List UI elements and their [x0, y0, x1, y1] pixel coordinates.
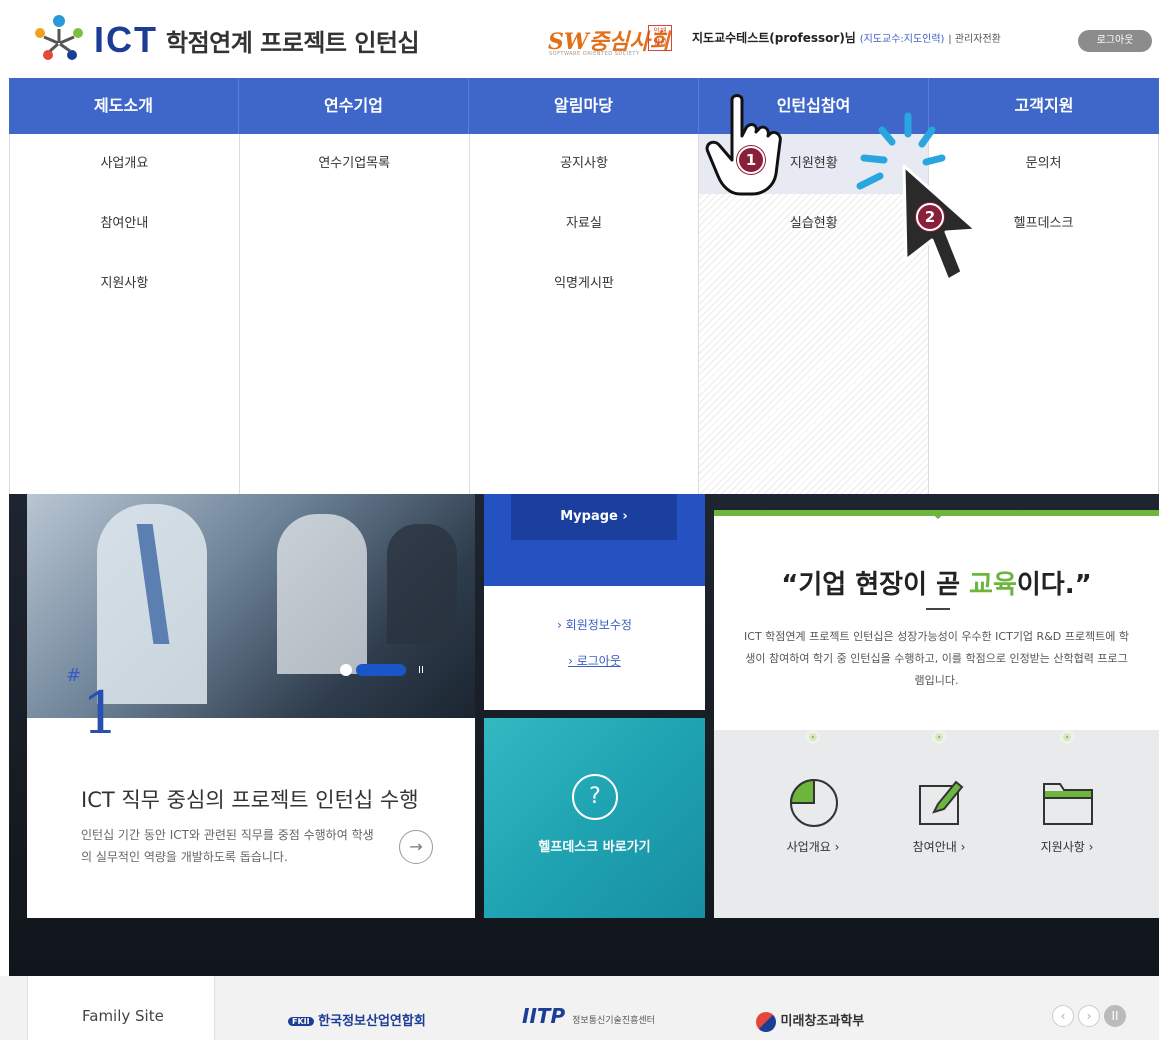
biz-dot — [932, 730, 946, 744]
taegeuk-icon — [756, 1011, 776, 1032]
slide-dot[interactable] — [340, 664, 352, 676]
hero-description: 인턴십 기간 동안 ICT와 관련된 직무를 중점 수행하여 학생의 실무적인 … — [81, 828, 374, 864]
logo-title: 학점연계 프로젝트 인턴십 — [166, 28, 420, 57]
slogan-description: ICT 학점연계 프로젝트 인턴십은 성장가능성이 우수한 ICT기업 R&D … — [744, 630, 1129, 687]
family-site-label[interactable]: Family Site — [27, 976, 215, 1040]
slogan-divider — [926, 608, 950, 610]
iitp-logo[interactable]: IITP 정보통신기술진흥센터 — [522, 1004, 655, 1028]
helpdesk-link[interactable]: 헬프데스크 바로가기 — [484, 836, 705, 855]
site-header: ICT 학점연계 프로젝트 인턴십 SW중심사회 SOFTWARE ORIENT… — [0, 0, 1159, 78]
edit-profile-link[interactable]: › 회원정보수정 — [484, 616, 705, 633]
menu-company-list[interactable]: 연수기업목록 — [240, 134, 469, 194]
logo-ict-text: ICT — [94, 19, 158, 60]
mypage-logout-link[interactable]: › 로그아웃 — [484, 652, 705, 669]
family-prev-button[interactable]: ‹ — [1052, 1005, 1074, 1027]
slogan-panel: “기업 현장이 곧 교육이다.” ICT 학점연계 프로젝트 인턴십은 성장가능… — [714, 510, 1159, 730]
slogan-title: “기업 현장이 곧 교육이다.” — [781, 570, 1092, 600]
family-site-bar: Family Site FKII 한국정보산업연합회 IITP 정보통신기술진흥… — [0, 976, 1159, 1040]
business-links: 사업개요 › 참여안내 › 지원사항 › — [714, 730, 1159, 918]
admin-switch-link[interactable]: 관리자전환 — [955, 34, 1001, 45]
user-name: 지도교수테스트(professor)님 — [692, 31, 856, 45]
hero-arrow-button[interactable]: → — [399, 830, 433, 864]
slogan-tip — [928, 510, 948, 519]
menu-participation-guide[interactable]: 참여안내 — [10, 194, 239, 254]
site-logo[interactable]: ICT 학점연계 프로젝트 인턴십 — [28, 10, 420, 70]
pie-chart-icon — [789, 778, 838, 827]
biz-support-label[interactable]: 지원사항 › — [1002, 838, 1132, 855]
family-next-button[interactable]: › — [1078, 1005, 1100, 1027]
family-pause-button[interactable]: II — [1104, 1005, 1126, 1027]
person-figure — [387, 524, 457, 644]
fkii-badge: FKII — [288, 1017, 314, 1026]
biz-dot — [1060, 730, 1074, 744]
mypage-button[interactable]: Mypage › — [511, 494, 677, 540]
menu-archive[interactable]: 자료실 — [470, 194, 699, 254]
menu-notices[interactable]: 공지사항 — [470, 134, 699, 194]
person-figure — [277, 514, 367, 674]
hero-number: 1 — [82, 679, 119, 747]
mega-col-notice: 공지사항 자료실 익명게시판 — [470, 134, 700, 494]
helpdesk-panel[interactable]: ? 헬프데스크 바로가기 — [484, 718, 705, 918]
user-info: 지도교수테스트(professor)님 (지도교수:지도인력) | 관리자전환 — [692, 31, 1001, 45]
hero-hash: # — [66, 665, 82, 686]
sw-society-subtitle: SOFTWARE ORIENTED SOCIETY — [549, 51, 640, 57]
mega-col-companies: 연수기업목록 — [240, 134, 470, 494]
nav-companies[interactable]: 연수기업 — [239, 78, 469, 134]
main-navigation: 제도소개 연수기업 알림마당 인턴십참여 고객지원 — [9, 78, 1159, 134]
biz-overview-label[interactable]: 사업개요 › — [748, 838, 878, 855]
biz-dot — [806, 730, 820, 744]
nav-notice[interactable]: 알림마당 — [469, 78, 699, 134]
folder-icon — [1043, 783, 1093, 825]
people-logo-icon — [35, 15, 83, 60]
slider-controls: II — [340, 664, 424, 676]
mega-menu: 사업개요 참여안내 지원사항 연수기업목록 공지사항 자료실 익명게시판 지원현… — [9, 134, 1159, 494]
slide-active-indicator[interactable] — [356, 664, 406, 676]
hero-title: ICT 직무 중심의 프로젝트 인턴십 수행 — [81, 788, 419, 812]
step-1-badge: 1 — [737, 146, 765, 174]
edit-icon — [919, 780, 964, 825]
seal-logo-icon: 인재 양성 — [648, 25, 672, 51]
hand-cursor-icon — [705, 94, 782, 196]
menu-business-overview[interactable]: 사업개요 — [10, 134, 239, 194]
step-2-badge: 2 — [916, 203, 944, 231]
mypage-links: › 회원정보수정 › 로그아웃 — [484, 586, 705, 710]
fkii-logo[interactable]: FKII 한국정보산업연합회 — [288, 1010, 426, 1029]
nav-intro[interactable]: 제도소개 — [9, 78, 239, 134]
mypage-panel: Mypage › — [484, 494, 705, 586]
nav-support[interactable]: 고객지원 — [929, 78, 1159, 134]
menu-anonymous-board[interactable]: 익명게시판 — [470, 254, 699, 314]
slider-pause-button[interactable]: II — [418, 665, 424, 676]
biz-guide-label[interactable]: 참여안내 › — [874, 838, 1004, 855]
menu-support-details[interactable]: 지원사항 — [10, 254, 239, 314]
question-icon: ? — [572, 774, 618, 820]
menu-practice-status[interactable]: 실습현황 — [699, 194, 928, 254]
msip-logo[interactable]: 미래창조과학부 — [756, 1010, 864, 1032]
mega-col-intro: 사업개요 참여안내 지원사항 — [10, 134, 240, 494]
logout-button[interactable]: 로그아웃 — [1078, 30, 1152, 52]
user-role: (지도교수:지도인력) — [859, 34, 945, 45]
